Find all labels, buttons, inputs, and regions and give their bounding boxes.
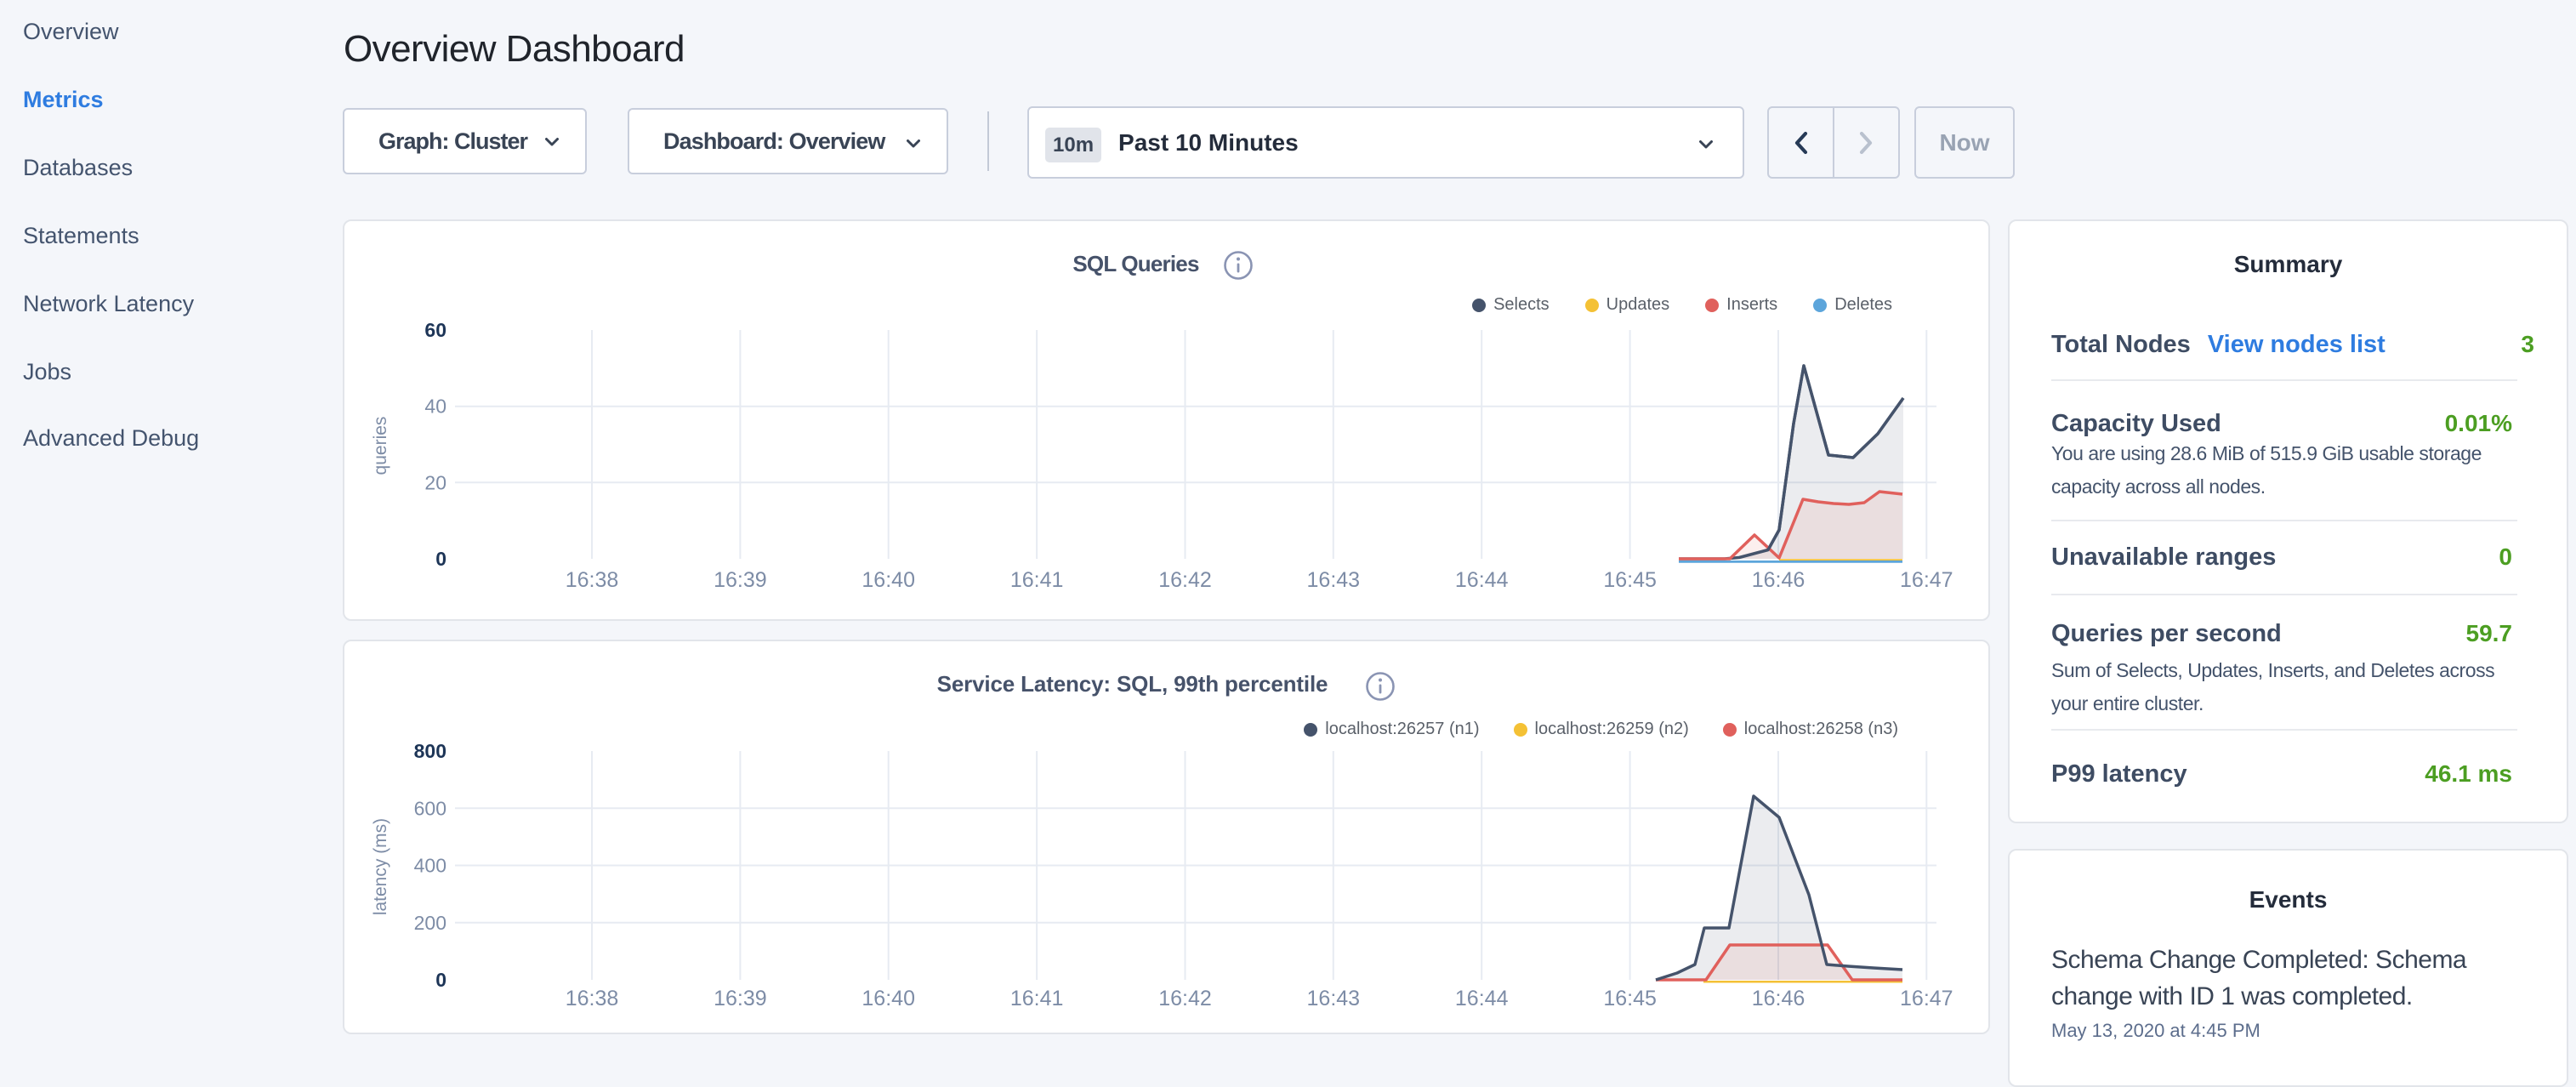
svg-text:60: 60 xyxy=(424,319,446,341)
svg-text:16:39: 16:39 xyxy=(714,568,767,592)
svg-text:800: 800 xyxy=(414,740,446,762)
svg-text:16:42: 16:42 xyxy=(1158,568,1212,592)
svg-text:200: 200 xyxy=(414,912,446,934)
svg-text:0: 0 xyxy=(435,969,446,991)
svg-text:16:43: 16:43 xyxy=(1307,987,1361,1010)
svg-text:16:44: 16:44 xyxy=(1455,987,1509,1010)
svg-text:16:46: 16:46 xyxy=(1752,568,1805,592)
svg-text:600: 600 xyxy=(414,797,446,819)
svg-text:16:41: 16:41 xyxy=(1010,568,1064,592)
svg-text:16:38: 16:38 xyxy=(566,568,619,592)
svg-text:16:45: 16:45 xyxy=(1603,568,1657,592)
svg-text:16:43: 16:43 xyxy=(1307,568,1361,592)
svg-text:16:47: 16:47 xyxy=(1900,987,1953,1010)
svg-text:16:38: 16:38 xyxy=(566,987,619,1010)
svg-text:16:47: 16:47 xyxy=(1900,568,1953,592)
svg-text:16:39: 16:39 xyxy=(714,987,767,1010)
svg-text:0: 0 xyxy=(435,548,446,570)
svg-text:20: 20 xyxy=(424,471,446,493)
svg-text:16:45: 16:45 xyxy=(1603,987,1657,1010)
svg-text:16:44: 16:44 xyxy=(1455,568,1509,592)
svg-text:16:40: 16:40 xyxy=(862,568,915,592)
svg-text:16:46: 16:46 xyxy=(1752,987,1805,1010)
svg-text:40: 40 xyxy=(424,396,446,418)
svg-text:16:40: 16:40 xyxy=(862,987,915,1010)
svg-text:16:42: 16:42 xyxy=(1158,987,1212,1010)
svg-text:16:41: 16:41 xyxy=(1010,987,1064,1010)
svg-text:400: 400 xyxy=(414,855,446,877)
